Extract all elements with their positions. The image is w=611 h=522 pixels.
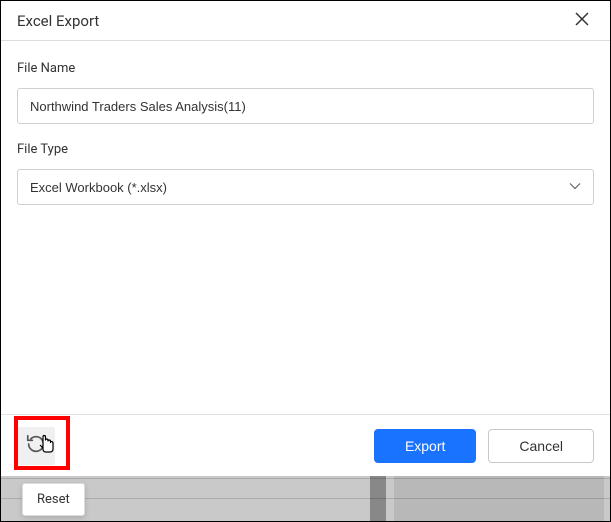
cancel-button[interactable]: Cancel [488, 429, 594, 463]
dialog-header: Excel Export [1, 1, 610, 41]
reset-icon [25, 433, 47, 458]
close-icon [575, 10, 589, 31]
reset-tooltip: Reset [22, 483, 85, 516]
close-button[interactable] [570, 9, 594, 33]
background-line [1, 478, 610, 479]
file-type-value: Excel Workbook (*.xlsx) [30, 180, 167, 195]
file-name-input[interactable] [17, 88, 594, 124]
file-type-select-wrap: Excel Workbook (*.xlsx) [17, 169, 594, 205]
footer-buttons: Export Cancel [374, 429, 594, 463]
background-line [1, 498, 610, 499]
dialog-footer: Export Cancel [1, 414, 610, 476]
file-name-label: File Name [17, 61, 594, 76]
dialog-body: File Name File Type Excel Workbook (*.xl… [1, 41, 610, 414]
dialog-title: Excel Export [17, 12, 99, 30]
export-button[interactable]: Export [374, 429, 476, 463]
file-type-label: File Type [17, 142, 594, 157]
tooltip-label: Reset [37, 492, 70, 507]
reset-button[interactable] [17, 427, 55, 465]
excel-export-dialog: Excel Export File Name File Type Excel W… [1, 1, 610, 476]
file-type-select[interactable]: Excel Workbook (*.xlsx) [17, 169, 594, 205]
